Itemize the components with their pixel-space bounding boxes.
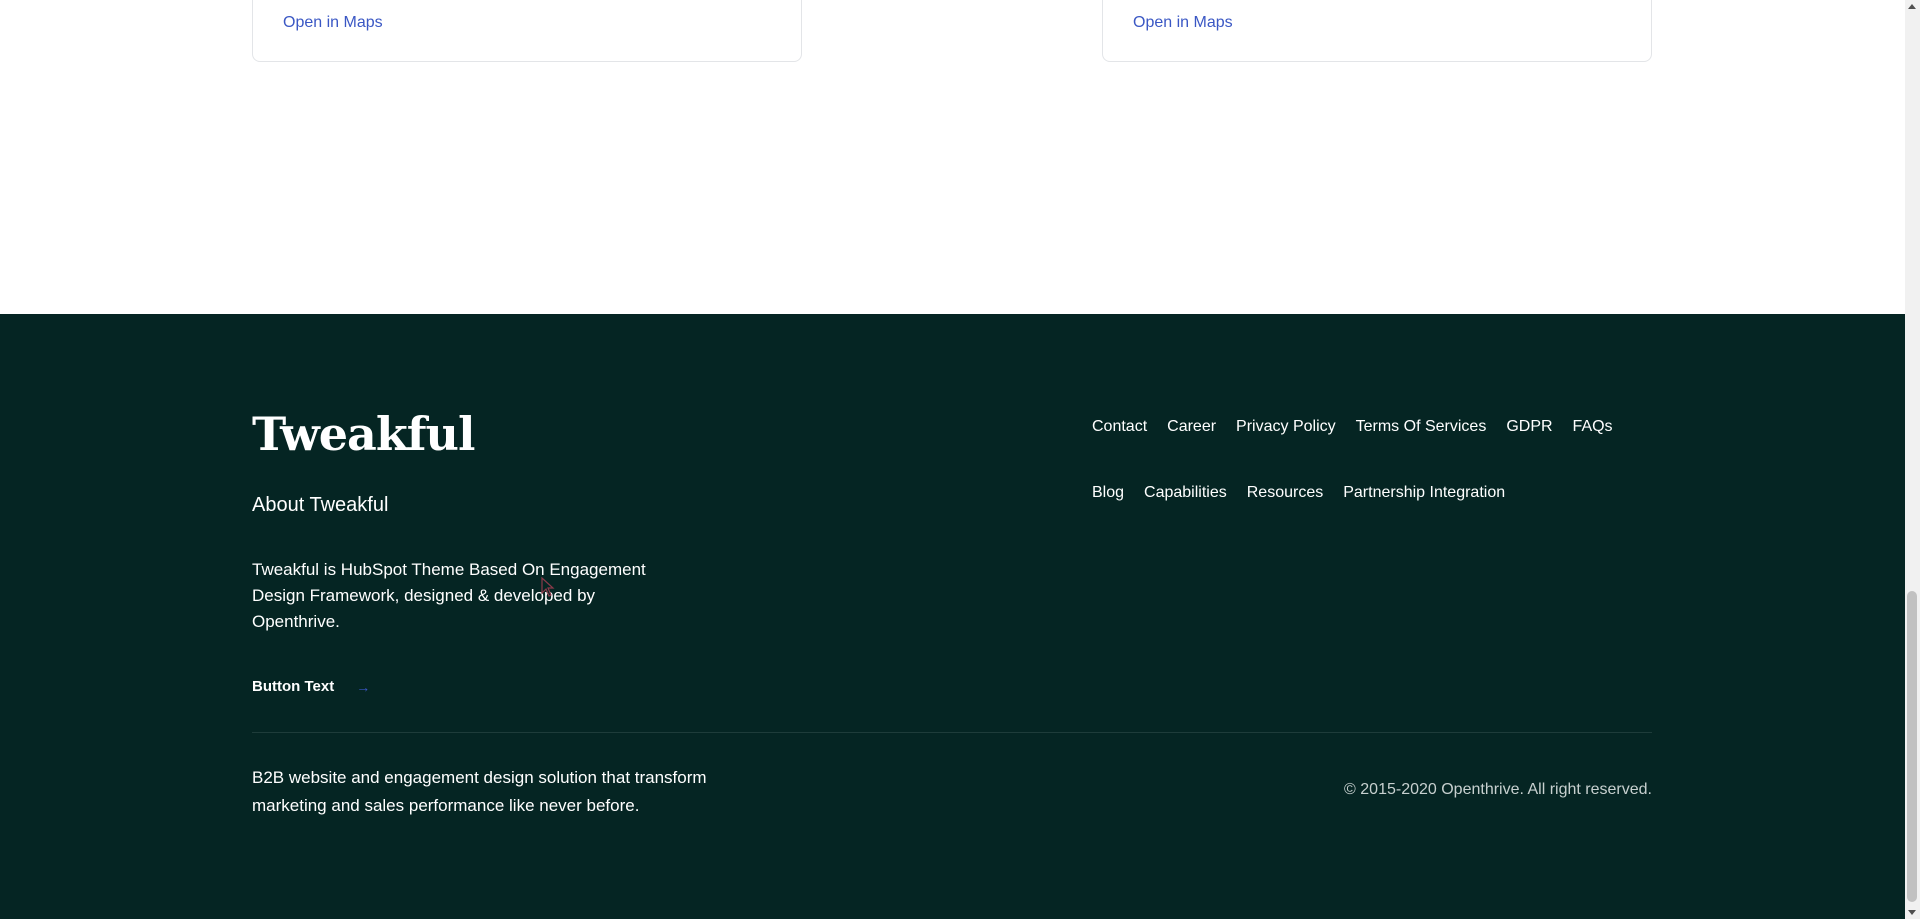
location-card-left: Open in Maps — [252, 0, 802, 62]
site-footer: Tweakful About Tweakful Tweakful is HubS… — [0, 314, 1905, 919]
scroll-down-icon[interactable] — [1908, 910, 1916, 915]
footer-link-partnership-integration[interactable]: Partnership Integration — [1343, 484, 1505, 502]
footer-link-blog[interactable]: Blog — [1092, 484, 1124, 502]
footer-tagline: B2B website and engagement design soluti… — [252, 768, 707, 815]
about-title: About Tweakful — [252, 494, 389, 516]
footer-cta-label: Button Text — [252, 678, 335, 695]
copyright-text: © 2015-2020 Openthrive. All right reserv… — [1344, 781, 1652, 798]
arrow-right-icon: → — [356, 678, 371, 695]
footer-link-capabilities[interactable]: Capabilities — [1144, 484, 1227, 502]
footer-divider — [252, 732, 1652, 733]
footer-link-gdpr[interactable]: GDPR — [1506, 418, 1552, 436]
footer-nav-primary: Contact Career Privacy Policy Terms Of S… — [1092, 418, 1613, 436]
footer-nav-secondary: Blog Capabilities Resources Partnership … — [1092, 484, 1505, 502]
page: Open in Maps Open in Maps Tweakful About… — [0, 0, 1905, 919]
open-in-maps-link-right[interactable]: Open in Maps — [1133, 14, 1233, 32]
location-card-right: Open in Maps — [1102, 0, 1652, 62]
footer-link-resources[interactable]: Resources — [1247, 484, 1323, 502]
footer-link-contact[interactable]: Contact — [1092, 418, 1147, 436]
footer-logo[interactable]: Tweakful — [252, 407, 475, 461]
about-text: Tweakful is HubSpot Theme Based On Engag… — [252, 560, 646, 631]
open-in-maps-link-left[interactable]: Open in Maps — [283, 14, 383, 32]
footer-link-terms-of-services[interactable]: Terms Of Services — [1356, 418, 1487, 436]
mouse-cursor-icon — [541, 577, 555, 597]
vertical-scrollbar[interactable] — [1905, 0, 1920, 919]
scroll-up-icon[interactable] — [1908, 4, 1916, 9]
footer-link-career[interactable]: Career — [1167, 418, 1216, 436]
footer-cta-button[interactable]: Button Text → — [252, 678, 370, 695]
footer-link-faqs[interactable]: FAQs — [1573, 418, 1613, 436]
scrollbar-thumb[interactable] — [1907, 591, 1917, 902]
footer-link-privacy-policy[interactable]: Privacy Policy — [1236, 418, 1336, 436]
